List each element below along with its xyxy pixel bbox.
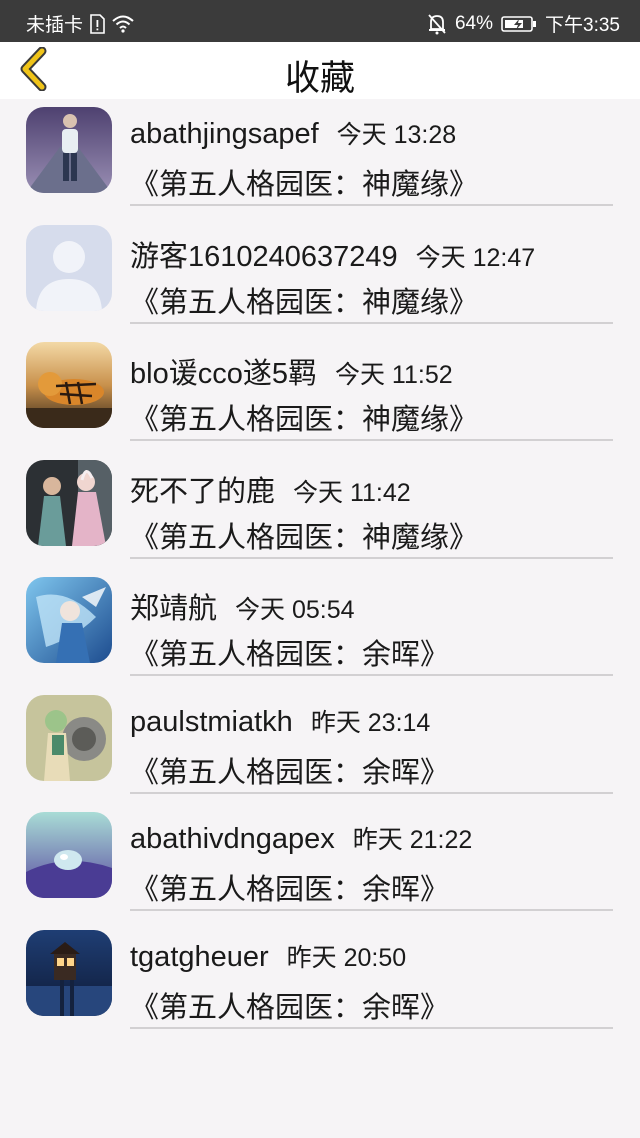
timestamp: 今天 11:42 xyxy=(293,478,411,507)
divider xyxy=(130,439,613,441)
avatar[interactable] xyxy=(26,812,112,898)
wifi-icon xyxy=(111,14,135,34)
book-title: 《第五人格园医：余晖》 xyxy=(130,872,450,906)
app-bar: 收藏 xyxy=(0,42,640,99)
battery-charging-icon xyxy=(501,15,537,33)
avatar[interactable] xyxy=(26,694,112,781)
divider xyxy=(130,791,613,794)
favorites-list: abathjingsapef 今天 13:28 《第五人格园医：神魔缘》 游客16… xyxy=(0,99,640,1039)
favorite-item[interactable]: abathjingsapef 今天 13:28 《第五人格园医：神魔缘》 xyxy=(0,99,640,217)
timestamp: 昨天 23:14 xyxy=(310,708,431,737)
divider xyxy=(130,1026,613,1029)
favorite-item[interactable]: tgatgheuer 昨天 20:50 《第五人格园医：余晖》 xyxy=(0,922,640,1040)
clock: 下午3:35 xyxy=(545,15,620,36)
favorite-item[interactable]: 游客1610240637249 今天 12:47 《第五人格园医：神魔缘》 xyxy=(0,217,640,335)
avatar[interactable] xyxy=(26,107,112,193)
favorite-item[interactable]: 死不了的鹿 今天 11:42 《第五人格园医：神魔缘》 xyxy=(0,452,640,570)
avatar[interactable] xyxy=(26,929,112,1016)
username: tgatgheuer xyxy=(130,940,269,973)
username: abathivdngapex xyxy=(130,823,335,855)
status-bar: 未插卡 64% 下午3:35 xyxy=(0,0,640,42)
avatar[interactable] xyxy=(26,577,112,663)
avatar[interactable] xyxy=(26,342,112,428)
avatar[interactable] xyxy=(26,459,112,546)
carrier-label: 未插卡 xyxy=(26,15,84,36)
timestamp: 昨天 20:50 xyxy=(286,943,407,972)
book-title: 《第五人格园医：神魔缘》 xyxy=(130,402,479,436)
username: 游客1610240637249 xyxy=(130,240,398,273)
username: abathjingsapef xyxy=(130,118,319,150)
timestamp: 今天 11:52 xyxy=(334,361,453,389)
bell-off-icon xyxy=(427,13,447,35)
timestamp: 昨天 21:22 xyxy=(352,826,473,854)
book-title: 《第五人格园医：余晖》 xyxy=(130,754,450,789)
divider xyxy=(130,204,613,206)
favorite-item[interactable]: 郑靖航 今天 05:54 《第五人格园医：余晖》 xyxy=(0,569,640,687)
timestamp: 今天 05:54 xyxy=(235,596,355,624)
timestamp: 今天 12:47 xyxy=(415,243,536,272)
timestamp: 今天 13:28 xyxy=(336,121,457,149)
favorite-item[interactable]: blo谖cco遂5羁 今天 11:52 《第五人格园医：神魔缘》 xyxy=(0,334,640,452)
username: 郑靖航 xyxy=(130,593,218,625)
favorite-item[interactable]: abathivdngapex 昨天 21:22 《第五人格园医：余晖》 xyxy=(0,804,640,922)
book-title: 《第五人格园医：余晖》 xyxy=(130,989,450,1024)
favorite-item[interactable]: paulstmiatkh 昨天 23:14 《第五人格园医：余晖》 xyxy=(0,687,640,805)
divider xyxy=(130,556,613,559)
username: 死不了的鹿 xyxy=(130,475,276,508)
battery-percent: 64% xyxy=(454,12,494,34)
book-title: 《第五人格园医：余晖》 xyxy=(130,637,450,671)
username: paulstmiatkh xyxy=(130,705,293,738)
avatar[interactable] xyxy=(26,224,112,311)
book-title: 《第五人格园医：神魔缘》 xyxy=(130,519,479,554)
sim-alert-icon xyxy=(89,13,105,34)
username: blo谖cco遂5羁 xyxy=(130,358,317,390)
divider xyxy=(130,321,613,324)
book-title: 《第五人格园医：神魔缘》 xyxy=(130,167,479,201)
book-title: 《第五人格园医：神魔缘》 xyxy=(130,284,479,319)
divider xyxy=(130,674,613,676)
divider xyxy=(130,909,613,911)
page-title: 收藏 xyxy=(284,59,355,99)
